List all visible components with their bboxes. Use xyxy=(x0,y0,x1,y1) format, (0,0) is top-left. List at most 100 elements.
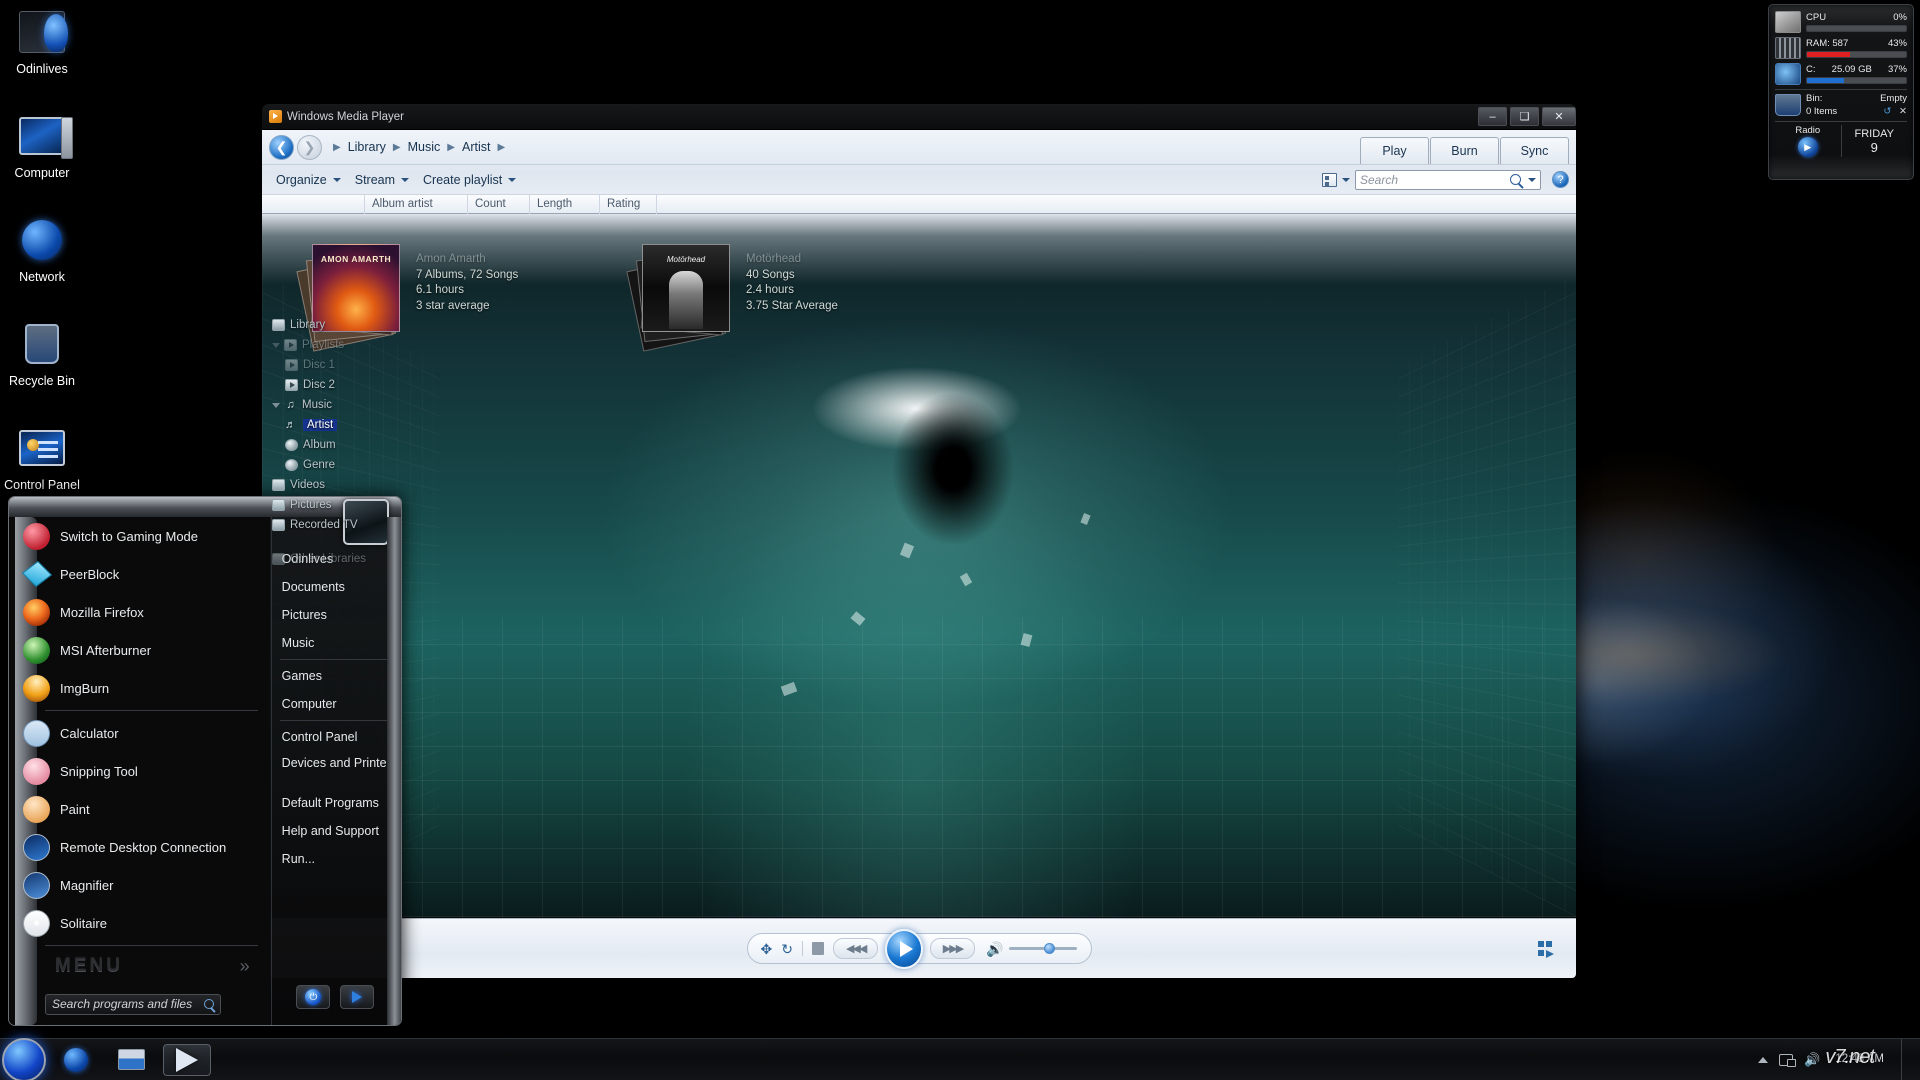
start-item-paint[interactable]: Paint xyxy=(9,790,270,828)
desktop-icon-network[interactable]: Network xyxy=(0,216,84,284)
start-item-calculator[interactable]: Calculator xyxy=(9,714,270,752)
start-place-games[interactable]: Games xyxy=(270,662,401,690)
tab-sync[interactable]: Sync xyxy=(1500,137,1569,164)
minimize-button[interactable]: – xyxy=(1478,107,1507,126)
wmp-content-area[interactable]: Amon Amarth 7 Albums, 72 Songs 6.1 hours… xyxy=(262,214,1576,917)
start-place-music[interactable]: Music xyxy=(270,629,401,657)
taskbar-button-explorer[interactable] xyxy=(106,1044,157,1076)
create-playlist-button[interactable]: Create playlist xyxy=(416,170,523,190)
volume-tray-icon[interactable]: 🔊 xyxy=(1804,1052,1820,1068)
start-item-snipping-tool[interactable]: Snipping Tool xyxy=(9,752,270,790)
network-tray-icon[interactable] xyxy=(1779,1053,1797,1067)
desktop-icon-control-panel[interactable]: Control Panel xyxy=(0,424,84,492)
forward-button[interactable]: ❯ xyxy=(297,134,322,160)
chevron-down-icon[interactable] xyxy=(1342,177,1350,182)
desktop-icon-odinlives[interactable]: Odinlives xyxy=(0,8,84,76)
maximize-button[interactable]: ❑ xyxy=(1510,107,1539,126)
shuffle-icon[interactable]: ✥ xyxy=(761,942,773,956)
tree-item-pictures[interactable]: Pictures xyxy=(262,495,366,515)
help-button[interactable]: ? xyxy=(1552,171,1569,188)
start-item-imgburn[interactable]: ImgBurn xyxy=(9,669,270,707)
next-icon[interactable]: ▶▶▶ xyxy=(929,938,976,959)
chevron-down-icon[interactable] xyxy=(272,402,280,408)
system-tray: 🔊 12:48 AM v7.net xyxy=(1758,1038,1920,1080)
refresh-icon[interactable]: ↺ xyxy=(1883,106,1891,117)
start-item-magnifier[interactable]: Magnifier xyxy=(9,866,270,904)
taskbar-button-browser[interactable] xyxy=(52,1044,100,1076)
start-place-documents[interactable]: Documents xyxy=(270,573,401,601)
taskbar-button-media-player[interactable] xyxy=(163,1043,211,1076)
all-programs-button[interactable]: MENU » xyxy=(9,949,270,983)
volume-slider[interactable] xyxy=(1009,943,1078,954)
chevron-down-icon[interactable] xyxy=(272,342,280,348)
arrow-right-icon[interactable] xyxy=(340,985,375,1009)
breadcrumb[interactable]: ▶ Library ▶ Music ▶ Artist ▶ xyxy=(333,139,505,155)
breadcrumb-artist[interactable]: Artist xyxy=(459,139,493,155)
play-icon[interactable] xyxy=(885,928,923,969)
start-place-help-and-support[interactable]: Help and Support xyxy=(270,817,401,845)
tab-play[interactable]: Play xyxy=(1360,137,1429,164)
start-place-pictures[interactable]: Pictures xyxy=(270,601,401,629)
divider xyxy=(801,941,803,956)
windows-media-player-window[interactable]: Windows Media Player – ❑ ✕ ❮ ❯ ▶ Library… xyxy=(262,104,1576,978)
start-item-switch-to-gaming-mode[interactable]: Switch to Gaming Mode xyxy=(9,517,270,555)
tree-item-music[interactable]: ♫ Music xyxy=(262,395,366,415)
tree-item-playlists[interactable]: Playlists xyxy=(262,335,366,355)
start-orb-icon[interactable] xyxy=(2,1037,46,1080)
desktop-icon-computer[interactable]: Computer xyxy=(0,112,84,180)
radio-play-icon[interactable]: ▶ xyxy=(1797,137,1818,157)
pictures-icon xyxy=(272,499,285,511)
tree-item-disc-2[interactable]: Disc 2 xyxy=(262,375,366,395)
view-options-icon[interactable] xyxy=(1322,172,1337,187)
tab-burn[interactable]: Burn xyxy=(1430,137,1499,164)
column-album-artist[interactable]: Album artist xyxy=(364,194,467,214)
organize-button[interactable]: Organize xyxy=(269,170,348,190)
start-item-remote-desktop-connection[interactable]: Remote Desktop Connection xyxy=(9,828,270,866)
tree-item-album[interactable]: Album xyxy=(262,435,366,455)
column-count[interactable]: Count xyxy=(467,194,529,214)
breadcrumb-library[interactable]: Library xyxy=(345,139,389,155)
start-menu[interactable]: Switch to Gaming Mode PeerBlock Mozilla … xyxy=(8,496,402,1026)
show-desktop-button[interactable] xyxy=(1901,1038,1910,1080)
column-rating[interactable]: Rating xyxy=(599,194,656,214)
volume-icon[interactable]: 🔊 xyxy=(986,942,1003,956)
switch-to-now-playing-icon[interactable] xyxy=(1538,941,1556,958)
start-item-solitaire[interactable]: ♠ Solitaire xyxy=(9,904,270,942)
tree-item-disc-1[interactable]: Disc 1 xyxy=(262,355,366,375)
gadget-radio[interactable]: Radio ▶ xyxy=(1775,125,1842,157)
tree-item-library[interactable]: Library xyxy=(262,315,366,335)
tree-item-genre[interactable]: Genre xyxy=(262,455,366,475)
power-icon[interactable]: ⏻ xyxy=(296,985,331,1009)
tree-item-videos[interactable]: Videos xyxy=(262,475,366,495)
search-input[interactable]: Search xyxy=(1355,169,1541,190)
gadget-bin-row[interactable]: Bin: Empty 0 Items ↺ ✕ xyxy=(1775,93,1907,117)
tree-item-recorded-tv[interactable]: Recorded TV xyxy=(262,515,366,535)
stream-button[interactable]: Stream xyxy=(348,170,416,190)
start-item-peerblock[interactable]: PeerBlock xyxy=(9,555,270,593)
wmp-title-bar[interactable]: Windows Media Player – ❑ ✕ xyxy=(262,104,1576,130)
desktop-icon-recycle-bin[interactable]: Recycle Bin xyxy=(0,320,84,388)
chevron-down-icon[interactable] xyxy=(1528,177,1536,182)
tree-item-other-libraries[interactable]: Other Libraries xyxy=(262,549,366,569)
start-place-computer[interactable]: Computer xyxy=(270,690,401,718)
stop-icon[interactable] xyxy=(811,942,825,955)
close-icon[interactable]: ✕ xyxy=(1899,106,1907,117)
start-place-default-programs[interactable]: Default Programs xyxy=(270,789,401,817)
breadcrumb-music[interactable]: Music xyxy=(405,139,444,155)
system-monitor-gadget[interactable]: CPU 0% RAM: 587 43% C: 25.09 GB 37% Bin:… xyxy=(1768,4,1914,180)
previous-icon[interactable]: ◀◀◀ xyxy=(833,938,879,959)
clock[interactable]: 12:48 AM v7.net xyxy=(1825,1047,1884,1067)
album-artist-item[interactable]: Motörhead 40 Songs 2.4 hours 3.75 Star A… xyxy=(600,236,930,352)
back-button[interactable]: ❮ xyxy=(269,134,294,160)
start-place-run[interactable]: Run... xyxy=(270,845,401,873)
tree-item-artist[interactable]: ♬ Artist xyxy=(262,415,366,435)
chevron-up-icon[interactable] xyxy=(1758,1056,1769,1063)
start-item-mozilla-firefox[interactable]: Mozilla Firefox xyxy=(9,593,270,631)
close-button[interactable]: ✕ xyxy=(1542,107,1576,126)
start-place-control-panel[interactable]: Control Panel xyxy=(270,723,401,751)
column-length[interactable]: Length xyxy=(529,194,599,214)
start-place-devices-and-printers[interactable]: Devices and Printers xyxy=(270,751,401,789)
start-item-msi-afterburner[interactable]: MSI Afterburner xyxy=(9,631,270,669)
start-search-input[interactable]: Search programs and files xyxy=(45,993,221,1015)
repeat-icon[interactable]: ↻ xyxy=(781,942,793,956)
